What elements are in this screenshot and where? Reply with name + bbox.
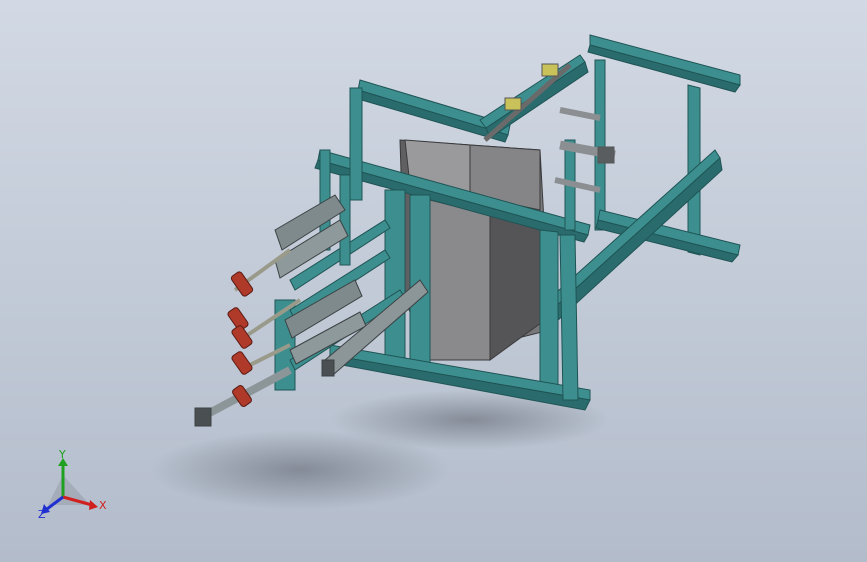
axis-triad: Y X Z xyxy=(38,448,107,521)
z-axis-label: Z xyxy=(38,508,46,521)
x-axis-arrow xyxy=(89,500,98,510)
cad-model-view[interactable]: Y X Z xyxy=(0,0,867,562)
y-axis-label: Y xyxy=(58,448,66,461)
x-axis-label: X xyxy=(99,499,107,512)
graphics-viewport[interactable]: Y X Z xyxy=(0,0,867,562)
